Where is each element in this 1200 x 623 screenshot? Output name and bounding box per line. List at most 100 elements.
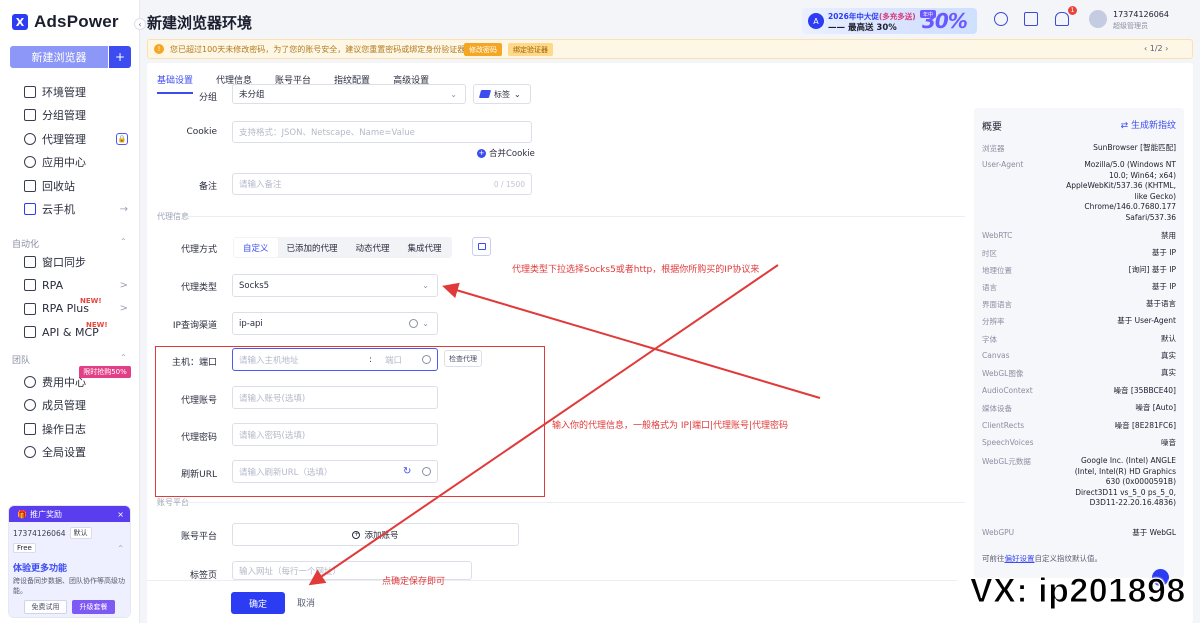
note-input[interactable]: 请输入备注 0 / 1500	[232, 173, 532, 195]
sidebar-item-proxy[interactable]: 代理管理 🔒	[0, 127, 140, 151]
overview-value: Google Inc. (Intel) ANGLE (Intel, Intel(…	[1074, 456, 1176, 507]
overview-value: 基于 User-Agent	[1117, 316, 1176, 325]
tag-select[interactable]: 标签 ⌄	[473, 84, 531, 104]
avatar[interactable]	[1089, 10, 1107, 28]
overview-row: SpeechVoices 噪音	[982, 438, 1176, 449]
proxy-password-input[interactable]: 请输入密码(选填)	[232, 423, 438, 446]
overview-key: 地理位置	[982, 266, 1012, 275]
proxy-account-input[interactable]: 请输入账号(选填)	[232, 386, 438, 409]
info-icon[interactable]	[422, 467, 431, 476]
sidebar-item-logs[interactable]: 操作日志	[0, 417, 140, 441]
sidebar-item-settings[interactable]: 全局设置	[0, 441, 140, 465]
overview-value: 默认	[1161, 334, 1176, 343]
sync-icon[interactable]	[994, 12, 1008, 26]
app-name: AdsPower	[34, 12, 119, 31]
rpa-icon	[24, 279, 36, 292]
refresh-url-input[interactable]: 请输入刷新URL（选填） ↻	[232, 460, 438, 483]
promo-banner[interactable]: A 2026年中大促(多充多送) —— 最高送 30% 30% 年中	[802, 8, 977, 34]
gift-icon: 🎁	[17, 509, 27, 519]
tag-icon	[478, 90, 492, 98]
group-select[interactable]: 未分组 ⌄	[232, 84, 466, 104]
plus-icon: +	[477, 148, 486, 158]
collapse-sidebar-icon[interactable]: ‹	[134, 18, 146, 30]
overview-key: ClientRects	[982, 421, 1025, 430]
new-browser-button[interactable]: 新建浏览器	[10, 46, 108, 68]
promo-body: 17374126064 默认 Free ⌃ 体验更多功能 跨设备同步数据、团队协…	[9, 522, 130, 617]
overview-row: Canvas 真实	[982, 351, 1176, 362]
sidebar-item-apps[interactable]: 应用中心	[0, 151, 140, 175]
new-browser-group: 新建浏览器 +	[10, 46, 131, 68]
proxy-mode-custom[interactable]: 自定义	[234, 238, 278, 257]
promo-desc: 跨设备同步数据、团队协作等高级功能。	[13, 577, 125, 595]
group-label: 分组	[198, 93, 217, 103]
sidebar-item-members[interactable]: 成员管理	[0, 394, 140, 418]
preferences-link[interactable]: 偏好设置	[1005, 554, 1035, 563]
sidebar-item-group[interactable]: 分组管理	[0, 104, 140, 128]
new-browser-add-icon[interactable]: +	[109, 46, 131, 68]
user-phone[interactable]: 17374126064	[1113, 10, 1169, 19]
cancel-button[interactable]: 取消	[297, 596, 315, 609]
gear-icon	[24, 446, 36, 459]
refresh-icon[interactable]: ↻	[403, 466, 411, 477]
platform-label: 账号平台	[180, 532, 217, 542]
confirm-button[interactable]: 确定	[231, 592, 285, 614]
check-proxy-button[interactable]: 检查代理	[444, 350, 482, 367]
section-divider	[185, 216, 965, 217]
free-trial-button[interactable]: 免费试用	[24, 600, 67, 614]
overview-key: WebGL元数据	[982, 457, 1031, 466]
refresh-url-label: 刷新URL	[181, 470, 217, 480]
sidebar-item-window-sync[interactable]: 窗口同步	[0, 250, 140, 274]
proxy-lock-button[interactable]	[472, 237, 491, 256]
bind-authenticator-button[interactable]: 绑定验证器	[508, 43, 553, 56]
overview-row: 媒体设备 噪音 [Auto]	[982, 403, 1176, 414]
sidebar-item-cloud-phone[interactable]: 云手机 →	[0, 198, 140, 222]
ip-channel-select[interactable]: ip-api ⌄	[232, 312, 438, 335]
warning-icon: !	[154, 44, 164, 54]
proxy-mode-saved[interactable]: 已添加的代理	[278, 238, 347, 257]
overview-value: 真实	[1161, 351, 1176, 360]
list-icon[interactable]	[1024, 12, 1038, 26]
sidebar-item-api[interactable]: API & MCP NEW!	[0, 321, 140, 345]
close-icon[interactable]: ×	[117, 510, 124, 519]
overview-value: 基于 WebGL	[1132, 528, 1176, 537]
proxy-type-select[interactable]: Socks5 ⌄	[232, 274, 438, 297]
port-input[interactable]: 端口	[385, 354, 402, 366]
host-input[interactable]: 请输入主机地址 : 端口	[232, 348, 438, 371]
sidebar-item-env[interactable]: 环境管理	[0, 80, 140, 104]
proxy-mode-integrated[interactable]: 集成代理	[399, 238, 451, 257]
billing-icon	[24, 375, 36, 388]
overview-row: WebGPU 基于 WebGL	[982, 528, 1176, 539]
overview-value: 基于 IP	[1151, 282, 1176, 291]
app-logo[interactable]: X AdsPower	[12, 12, 119, 32]
merge-cookie-button[interactable]: + 合并Cookie	[477, 147, 535, 159]
chevron-right-icon: >	[119, 279, 128, 291]
info-icon[interactable]	[409, 319, 418, 328]
cookie-input[interactable]: 支持格式：JSON、Netscape、Name=Value	[232, 121, 532, 143]
chevron-up-icon[interactable]: ⌃	[120, 237, 127, 246]
change-password-button[interactable]: 修改密码	[464, 43, 502, 56]
overview-footer: 可前往偏好设置自定义指纹默认值。	[982, 554, 1102, 563]
security-notice: ! 您已超过100天未修改密码，为了您的账号安全，建议您重置密码或绑定身份验证器…	[147, 39, 1193, 59]
overview-key: WebGL图像	[982, 369, 1024, 378]
add-account-button[interactable]: + 添加账号	[232, 523, 519, 546]
shuffle-icon: ⇄	[1120, 121, 1131, 131]
overview-value: SunBrowser [智能匹配]	[1093, 143, 1176, 152]
generate-fingerprint-button[interactable]: ⇄ 生成新指纹	[1121, 118, 1176, 131]
proxy-mode-dynamic[interactable]: 动态代理	[347, 238, 399, 257]
chevron-updown-icon[interactable]: ⌃	[117, 544, 124, 553]
bell-icon[interactable]	[1055, 12, 1069, 26]
overview-value: 噪音	[1161, 438, 1176, 447]
notice-pager[interactable]: ‹ 1/2 ›	[1144, 44, 1168, 53]
lock-icon[interactable]: 🔒	[116, 132, 128, 145]
overview-row: WebRTC 禁用	[982, 231, 1176, 242]
sidebar-item-rpa-plus[interactable]: RPA Plus NEW! >	[0, 297, 140, 321]
cloud-phone-icon	[24, 203, 36, 216]
overview-panel: 概要 ⇄ 生成新指纹 浏览器 SunBrowser [智能匹配] User-Agen…	[974, 108, 1184, 578]
sidebar-item-trash[interactable]: 回收站	[0, 174, 140, 198]
info-icon[interactable]	[422, 355, 431, 364]
upgrade-button[interactable]: 升级套餐	[72, 600, 115, 614]
sidebar-item-rpa[interactable]: RPA >	[0, 274, 140, 298]
chevron-up-icon[interactable]: ⌃	[120, 353, 127, 362]
main-panel: 基础设置 代理信息 账号平台 指纹配置 高级设置 分组 未分组 ⌄ 标签 ⌄ Coo…	[147, 63, 1193, 623]
sidebar-item-billing[interactable]: 费用中心	[0, 370, 140, 394]
